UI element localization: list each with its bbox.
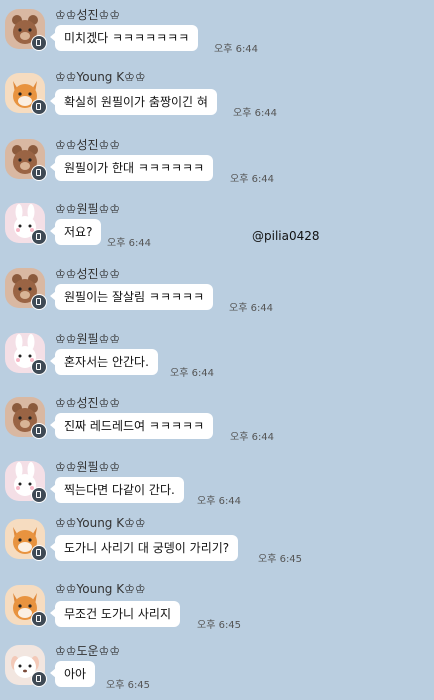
message-time: 오후 6:44	[230, 432, 275, 443]
message-row: ♔♔원필♔♔ 저요? 오후 6:44	[0, 198, 434, 258]
message-bubble[interactable]: 찍는다면 다같이 간다.	[50, 477, 184, 503]
message-row: ♔♔Young K♔♔ 확실히 원필이가 춤짱이긴 혀 오후 6:44	[0, 68, 434, 128]
sender-name[interactable]: ♔♔성진♔♔	[55, 136, 120, 153]
sender-name[interactable]: ♔♔Young K♔♔	[55, 582, 146, 596]
message-bubble[interactable]: 혼자서는 안간다.	[50, 349, 158, 375]
message-row: ♔♔Young K♔♔ 무조건 도가니 사리지 오후 6:45	[0, 580, 434, 640]
message-bubble[interactable]: 진짜 레드레드여 ㅋㅋㅋㅋㅋ	[49, 413, 214, 439]
message-bubble[interactable]: 원필이가 한대 ㅋㅋㅋㅋㅋㅋ	[49, 155, 214, 181]
message-row: ♔♔성진♔♔ 진짜 레드레드여 ㅋㅋㅋㅋㅋ 오후 6:44	[0, 392, 434, 452]
message-bubble[interactable]: 저요?	[49, 219, 102, 245]
chat-room: ♔♔성진♔♔ 미치겠다 ㅋㅋㅋㅋㅋㅋㅋ 오후 6:44 ♔♔Young K♔♔ …	[0, 0, 434, 700]
sender-name[interactable]: ♔♔성진♔♔	[55, 6, 120, 23]
message-time: 오후 6:44	[197, 496, 242, 507]
sender-name[interactable]: ♔♔도운♔♔	[55, 642, 120, 659]
profile-badge-icon	[31, 165, 47, 181]
profile-badge-icon	[31, 359, 47, 375]
message-time: 오후 6:44	[107, 238, 152, 249]
message-row: ♔♔성진♔♔ 원필이는 잘살림 ㅋㅋㅋㅋㅋ 오후 6:44	[0, 263, 434, 323]
watermark-text: @pilia0428	[252, 229, 320, 243]
sender-name[interactable]: ♔♔Young K♔♔	[55, 70, 146, 84]
message-row: ♔♔Young K♔♔ 도가니 사리기 대 궁뎅이 가리기? 오후 6:45	[0, 514, 434, 574]
profile-badge-icon	[31, 611, 47, 627]
message-row: ♔♔원필♔♔ 혼자서는 안간다. 오후 6:44	[0, 328, 434, 388]
profile-badge-icon	[31, 423, 47, 439]
profile-badge-icon	[31, 487, 47, 503]
sender-name[interactable]: ♔♔원필♔♔	[55, 330, 120, 347]
profile-badge-icon	[31, 35, 47, 51]
message-time: 오후 6:44	[214, 44, 259, 55]
profile-badge-icon	[31, 229, 47, 245]
message-bubble[interactable]: 아아	[49, 661, 96, 687]
message-time: 오후 6:44	[233, 108, 278, 119]
message-bubble[interactable]: 확실히 원필이가 춤짱이긴 혀	[50, 89, 217, 115]
profile-badge-icon	[31, 545, 47, 561]
message-row: ♔♔원필♔♔ 찍는다면 다같이 간다. 오후 6:44	[0, 456, 434, 516]
sender-name[interactable]: ♔♔성진♔♔	[55, 394, 120, 411]
message-time: 오후 6:44	[229, 303, 274, 314]
message-bubble[interactable]: 도가니 사리기 대 궁뎅이 가리기?	[49, 535, 239, 561]
message-bubble[interactable]: 미치겠다 ㅋㅋㅋㅋㅋㅋㅋ	[49, 25, 199, 51]
profile-badge-icon	[31, 99, 47, 115]
profile-badge-icon	[31, 294, 47, 310]
sender-name[interactable]: ♔♔원필♔♔	[55, 200, 120, 217]
message-row: ♔♔성진♔♔ 원필이가 한대 ㅋㅋㅋㅋㅋㅋ 오후 6:44	[0, 134, 434, 194]
message-time: 오후 6:44	[230, 174, 275, 185]
message-time: 오후 6:45	[197, 620, 242, 631]
message-bubble[interactable]: 무조건 도가니 사리지	[50, 601, 180, 627]
sender-name[interactable]: ♔♔성진♔♔	[55, 265, 120, 282]
message-time: 오후 6:45	[106, 680, 151, 691]
message-row: ♔♔도운♔♔ 아아 오후 6:45	[0, 640, 434, 700]
profile-badge-icon	[31, 671, 47, 687]
message-time: 오후 6:45	[258, 554, 303, 565]
sender-name[interactable]: ♔♔Young K♔♔	[55, 516, 146, 530]
message-bubble[interactable]: 원필이는 잘살림 ㅋㅋㅋㅋㅋ	[49, 284, 214, 310]
message-time: 오후 6:44	[170, 368, 215, 379]
message-row: ♔♔성진♔♔ 미치겠다 ㅋㅋㅋㅋㅋㅋㅋ 오후 6:44	[0, 4, 434, 64]
sender-name[interactable]: ♔♔원필♔♔	[55, 458, 120, 475]
